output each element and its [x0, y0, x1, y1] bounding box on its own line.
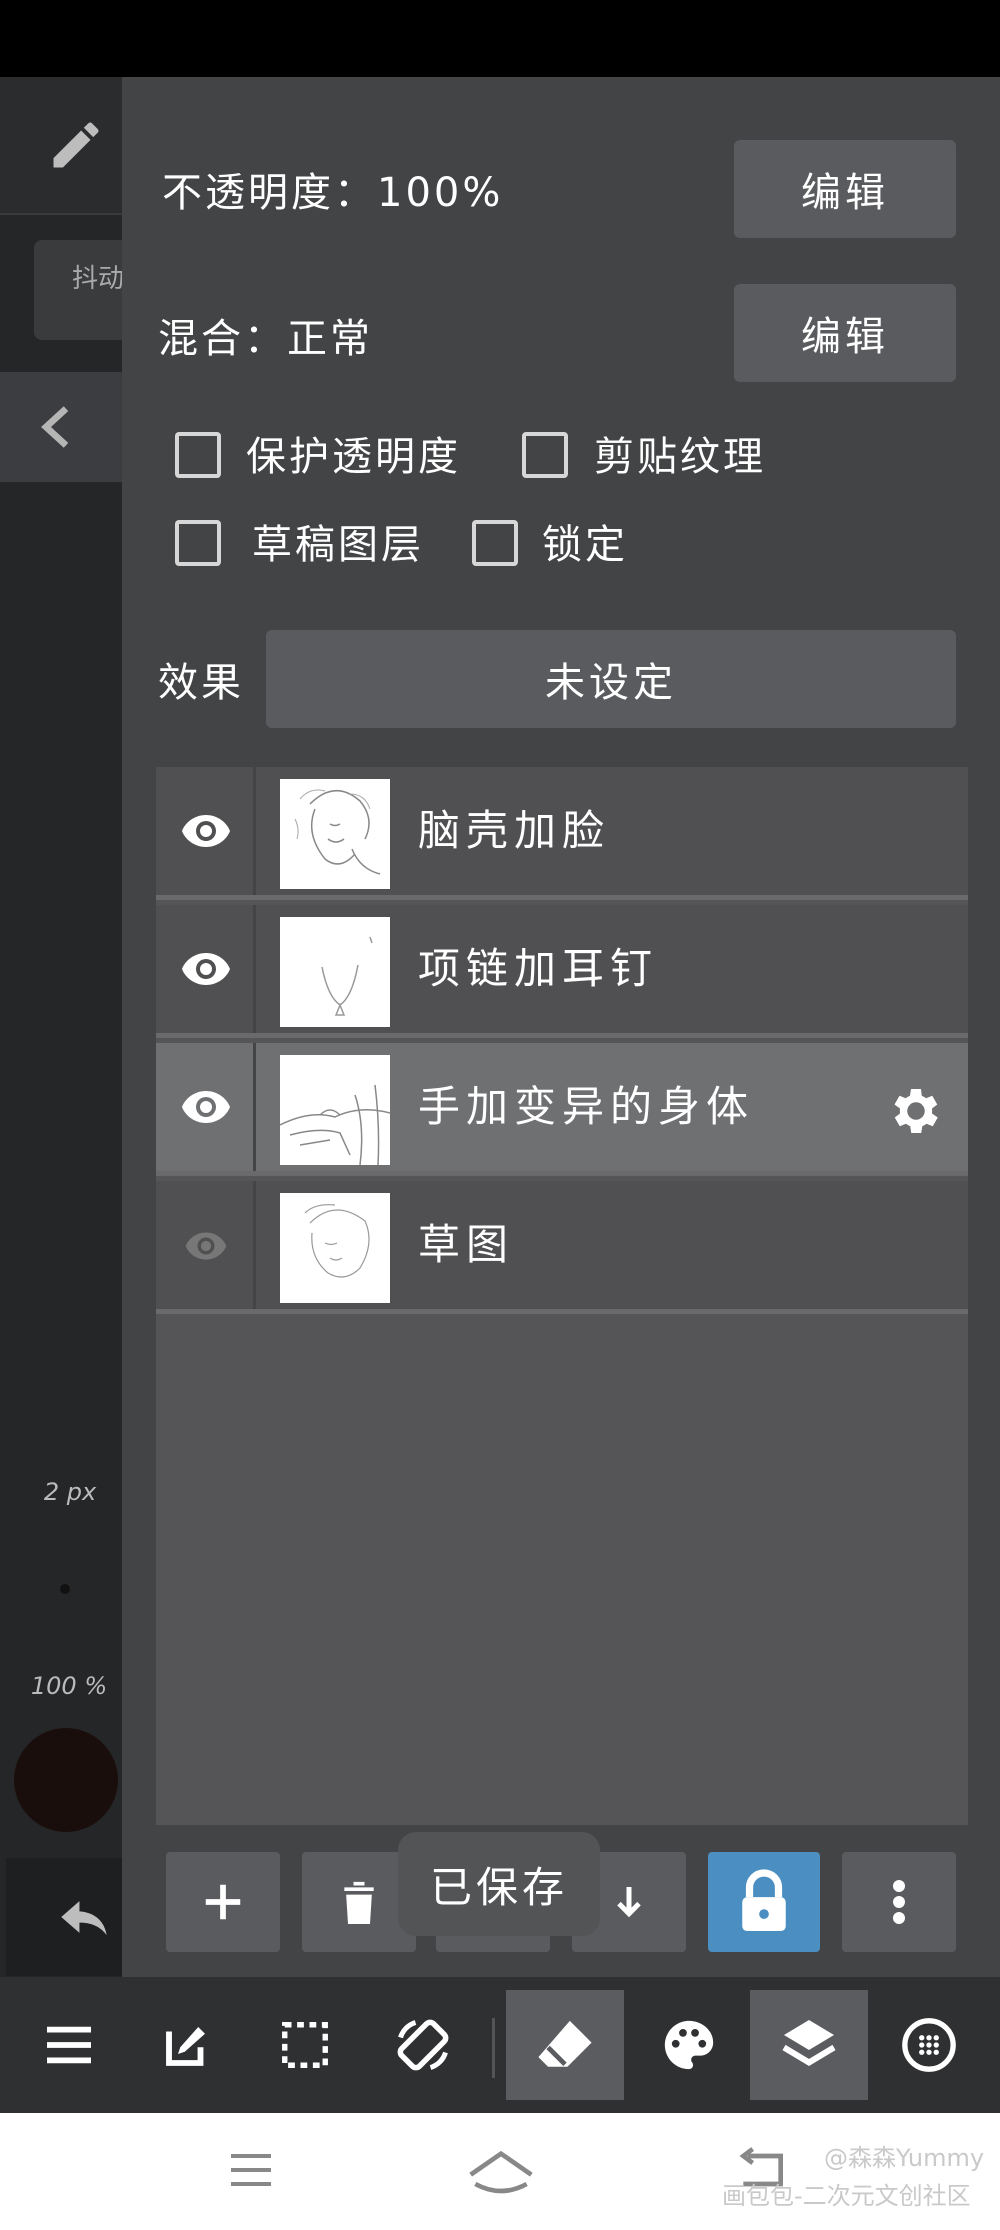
lock-label: 锁定: [542, 522, 628, 568]
layer-thumbnail: [280, 917, 390, 1027]
undo-icon: [61, 1901, 107, 1936]
rotate-icon: [397, 2019, 449, 2071]
selection-icon: [282, 2022, 328, 2068]
layer-row-selected[interactable]: 手加变异的身体: [156, 1043, 968, 1176]
saved-toast: 已保存: [398, 1832, 600, 1936]
eye-icon: [182, 1091, 230, 1123]
more-icon: [893, 1880, 905, 1924]
clipping-label: 剪贴纹理: [594, 434, 766, 480]
add-layer-button[interactable]: [166, 1852, 280, 1952]
layer-thumbnail: [280, 779, 390, 889]
eraser-button[interactable]: [506, 1990, 624, 2100]
blend-edit-button[interactable]: 编辑: [734, 284, 956, 382]
blend-mode-label: 混合：正常: [158, 316, 373, 362]
eye-icon: [185, 1232, 227, 1260]
layer-name: 手加变异的身体: [418, 1082, 755, 1131]
grid-icon: [902, 2018, 956, 2072]
move-down-icon: [617, 1887, 641, 1918]
gear-icon[interactable]: [886, 1081, 946, 1141]
protect-alpha-checkbox[interactable]: [175, 432, 221, 478]
color-swatch[interactable]: [14, 1728, 118, 1832]
watermark-user: @森森Yummy: [824, 2144, 985, 2172]
home-icon[interactable]: [466, 2146, 536, 2194]
opacity-label: 不透明度：100%: [162, 170, 504, 216]
menu-button[interactable]: [10, 1990, 128, 2100]
lock-checkbox[interactable]: [472, 520, 518, 566]
palette-icon: [664, 2020, 714, 2070]
visibility-toggle[interactable]: [156, 905, 256, 1033]
opacity-edit-button[interactable]: 编辑: [734, 140, 956, 238]
brush-size-preview: [60, 1584, 70, 1594]
eye-icon: [182, 815, 230, 847]
delete-layer-icon: [344, 1881, 374, 1924]
chevron-left-icon: [41, 406, 69, 448]
layer-name: 草图: [418, 1220, 515, 1269]
pencil-tool-button[interactable]: [0, 77, 122, 215]
selection-button[interactable]: [246, 1990, 364, 2100]
layers-button[interactable]: [750, 1990, 868, 2100]
collapse-panel-button[interactable]: [0, 372, 122, 482]
layer-name: 脑壳加脸: [418, 806, 611, 855]
visibility-toggle[interactable]: [156, 1181, 256, 1309]
protect-alpha-label: 保护透明度: [246, 434, 461, 480]
brush-name: 抖动: [72, 264, 122, 294]
draft-layer-checkbox[interactable]: [175, 520, 221, 566]
visibility-toggle[interactable]: [156, 767, 256, 895]
grid-button[interactable]: [870, 1990, 988, 2100]
toolbar-divider: [492, 2018, 495, 2078]
menu-icon: [47, 2026, 91, 2064]
brush-size-label: 2 px: [43, 1478, 97, 1506]
layer-row[interactable]: 脑壳加脸: [156, 767, 968, 900]
layer-row[interactable]: 草图: [156, 1181, 968, 1314]
layer-row[interactable]: 项链加耳钉: [156, 905, 968, 1038]
brush-opacity-label: 100 %: [30, 1672, 108, 1700]
clipping-checkbox[interactable]: [522, 432, 568, 478]
lock-layer-button[interactable]: [708, 1852, 820, 1952]
recent-apps-icon[interactable]: [226, 2150, 276, 2190]
visibility-toggle[interactable]: [156, 1043, 256, 1171]
add-layer-icon: [205, 1884, 241, 1920]
eraser-icon: [538, 2020, 592, 2067]
layers-icon: [782, 2020, 836, 2066]
layer-name: 项链加耳钉: [418, 944, 659, 993]
eye-icon: [182, 953, 230, 985]
pencil-icon: [53, 122, 99, 168]
undo-button[interactable]: [6, 1858, 122, 1976]
edit-icon: [166, 2027, 205, 2066]
palette-button[interactable]: [630, 1990, 748, 2100]
layer-thumbnail: [280, 1055, 390, 1165]
effect-label: 效果: [158, 660, 244, 706]
brush-chip[interactable]: 抖动: [34, 240, 122, 340]
edit-button[interactable]: [128, 1990, 246, 2100]
lock-icon: [742, 1869, 786, 1931]
watermark-site: 画包包-二次元文创社区: [722, 2182, 971, 2210]
draft-layer-label: 草稿图层: [252, 522, 424, 568]
rotate-button[interactable]: [364, 1990, 482, 2100]
layer-thumbnail: [280, 1193, 390, 1303]
effect-select-button[interactable]: 未设定: [266, 630, 956, 728]
more-options-button[interactable]: [842, 1852, 956, 1952]
